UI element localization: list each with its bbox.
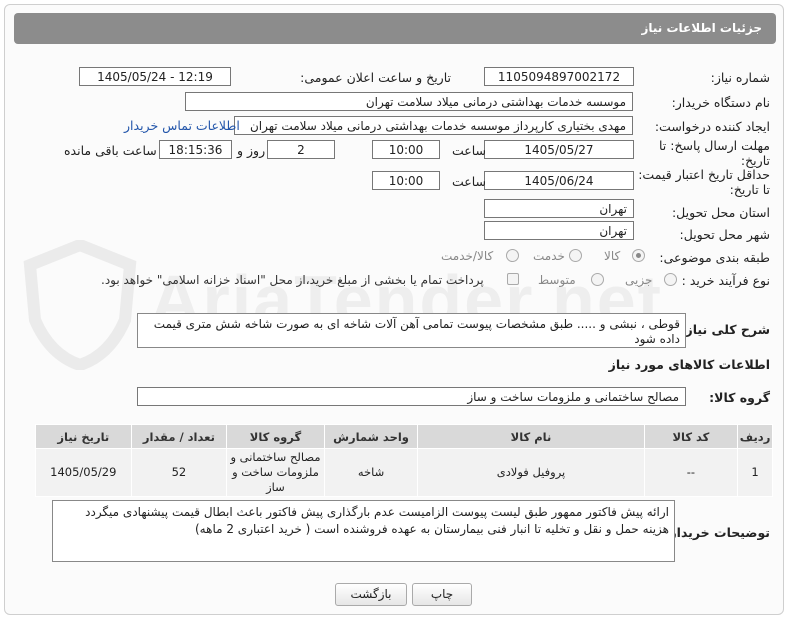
items-table: ردیف کد کالا نام کالا واحد شمارش گروه کا… [35, 424, 773, 497]
description-label: شرح کلی نیاز: [680, 322, 770, 337]
city-field[interactable]: تهران [484, 221, 634, 240]
category-option-service: خدمت [533, 249, 565, 263]
category-option-goods: کالا [604, 249, 621, 263]
days-label: روز و [237, 143, 266, 158]
back-button[interactable]: بازگشت [335, 583, 407, 606]
creator-field[interactable]: مهدی بختیاری کارپرداز موسسه خدمات بهداشت… [234, 116, 633, 135]
price-time-label: ساعت [452, 174, 487, 189]
col-row: ردیف [737, 424, 773, 449]
min-price-label: حداقل تاریخ اعتبار قیمت: [638, 167, 770, 182]
days-field[interactable]: 2 [267, 140, 335, 159]
col-code: کد کالا [643, 424, 739, 449]
treasury-payment-checkbox[interactable] [507, 273, 519, 285]
city-label: شهر محل تحویل: [679, 227, 770, 242]
col-quantity: تعداد / مقدار [130, 424, 228, 449]
creator-label: ایجاد کننده درخواست: [654, 119, 770, 134]
goods-info-title: اطلاعات کالاهای مورد نیاز [608, 357, 770, 372]
col-need-date: تاریخ نیاز [35, 424, 132, 449]
description-field[interactable]: قوطی ، نبشی و ..... طبق مشخصات پیوست تما… [137, 313, 686, 348]
deadline-time-label: ساعت [452, 143, 487, 158]
remaining-label: ساعت باقی مانده [64, 143, 157, 158]
table-row[interactable]: 1 -- پروفیل فولادی شاخه مصالح ساختمانی و… [35, 448, 773, 497]
cell-code: -- [643, 448, 739, 497]
col-name: نام کالا [417, 424, 645, 449]
announce-field[interactable]: 1405/05/24 - 12:19 [79, 67, 231, 86]
need-number-field[interactable]: 1105094897002172 [484, 67, 634, 86]
deadline-label-date: تاریخ: [740, 153, 770, 168]
cell-group: مصالح ساختمانی و ملزومات ساخت و ساز [226, 448, 325, 497]
process-option-medium: متوسط [538, 273, 576, 287]
category-radio-goods[interactable] [632, 249, 645, 262]
category-option-both: کالا/خدمت [441, 249, 494, 263]
need-number-label: شماره نیاز: [710, 70, 770, 85]
col-group: گروه کالا [226, 424, 325, 449]
cell-row: 1 [737, 448, 773, 497]
category-radio-both[interactable] [506, 249, 519, 262]
min-price-label-date: تا تاریخ: [729, 182, 770, 197]
process-option-partial: جزیی [625, 273, 653, 287]
goods-group-field[interactable]: مصالح ساختمانی و ملزومات ساخت و ساز [137, 387, 686, 406]
cell-quantity: 52 [130, 448, 228, 497]
buyer-notes-label: توضیحات خریدار: [664, 525, 770, 540]
deadline-label: مهلت ارسال پاسخ: تا [659, 138, 770, 153]
process-label: نوع فرآیند خرید : [681, 273, 770, 288]
print-button[interactable]: چاپ [412, 583, 472, 606]
process-radio-partial[interactable] [664, 273, 677, 286]
treasury-payment-note: پرداخت تمام یا بخشی از مبلغ خرید،از محل … [101, 273, 484, 287]
table-header-row: ردیف کد کالا نام کالا واحد شمارش گروه کا… [35, 424, 773, 449]
province-label: استان محل تحویل: [671, 205, 770, 220]
buyer-notes-field[interactable]: ارائه پیش فاکتور ممهور طبق لیست پیوست ال… [52, 500, 675, 562]
price-time-field[interactable]: 10:00 [372, 171, 440, 190]
category-label: طبقه بندی موضوعی: [659, 250, 770, 265]
col-unit: واحد شمارش [323, 424, 419, 449]
province-field[interactable]: تهران [484, 199, 634, 218]
goods-group-label: گروه کالا: [709, 390, 770, 405]
process-radio-medium[interactable] [591, 273, 604, 286]
deadline-date-field[interactable]: 1405/05/27 [484, 140, 634, 159]
cell-need-date: 1405/05/29 [35, 448, 132, 497]
contact-buyer-link[interactable]: اطلاعات تماس خریدار [124, 118, 240, 133]
remaining-time-field[interactable]: 18:15:36 [159, 140, 232, 159]
cell-unit: شاخه [323, 448, 419, 497]
watermark-shield-icon [23, 240, 137, 370]
price-date-field[interactable]: 1405/06/24 [484, 171, 634, 190]
buyer-label: نام دستگاه خریدار: [671, 95, 770, 110]
page-title: جزئیات اطلاعات نیاز [14, 13, 776, 44]
announce-label: تاریخ و ساعت اعلان عمومی: [300, 70, 451, 85]
cell-name: پروفیل فولادی [417, 448, 645, 497]
deadline-time-field[interactable]: 10:00 [372, 140, 440, 159]
buyer-field[interactable]: موسسه خدمات بهداشتی درمانی میلاد سلامت ت… [185, 92, 633, 111]
category-radio-service[interactable] [569, 249, 582, 262]
